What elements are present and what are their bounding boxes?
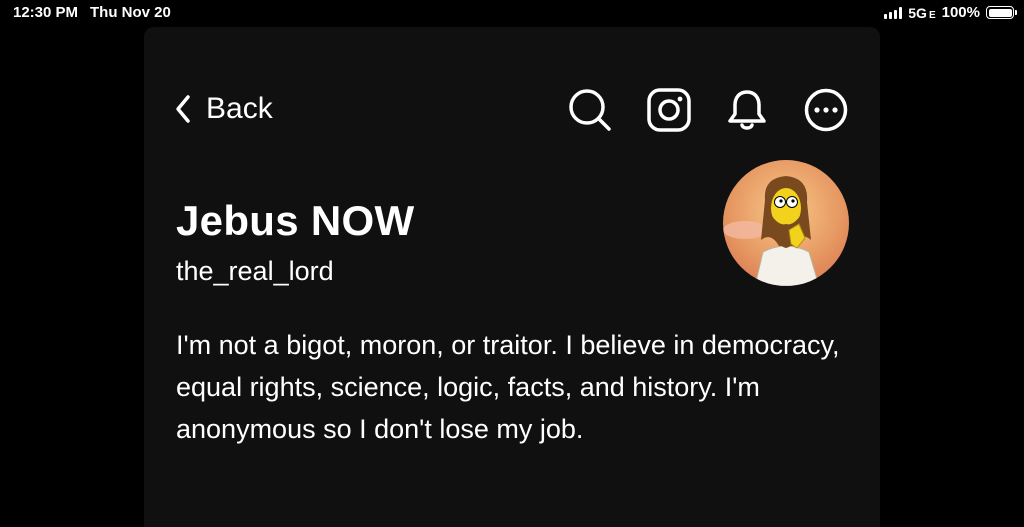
- battery-percent: 100%: [941, 4, 980, 21]
- battery-level: [988, 8, 1012, 17]
- avatar[interactable]: [723, 160, 849, 286]
- status-time: 12:30 PM: [13, 4, 79, 21]
- instagram-icon[interactable]: [646, 87, 692, 133]
- network-type: 5G: [908, 4, 927, 21]
- more-icon[interactable]: [803, 87, 849, 133]
- status-date: Thu Nov 20: [90, 4, 171, 21]
- profile-sheet: Back Jebus NOW the_real_lord I'm not a b…: [144, 27, 880, 527]
- status-indicators: 5G E 100%: [884, 4, 1017, 21]
- display-name: Jebus NOW: [176, 197, 415, 244]
- username: the_real_lord: [176, 256, 334, 286]
- status-bar: 12:30 PM Thu Nov 20 5G E 100%: [0, 0, 1024, 26]
- network-indicator: 5G E: [908, 5, 935, 21]
- bell-icon[interactable]: [724, 87, 770, 133]
- header-actions: [144, 87, 880, 133]
- network-suffix: E: [928, 9, 936, 21]
- signal-icon: [884, 6, 903, 19]
- search-icon[interactable]: [567, 87, 613, 133]
- bio-text: I'm not a bigot, moron, or traitor. I be…: [176, 330, 840, 444]
- battery-icon: [986, 6, 1017, 19]
